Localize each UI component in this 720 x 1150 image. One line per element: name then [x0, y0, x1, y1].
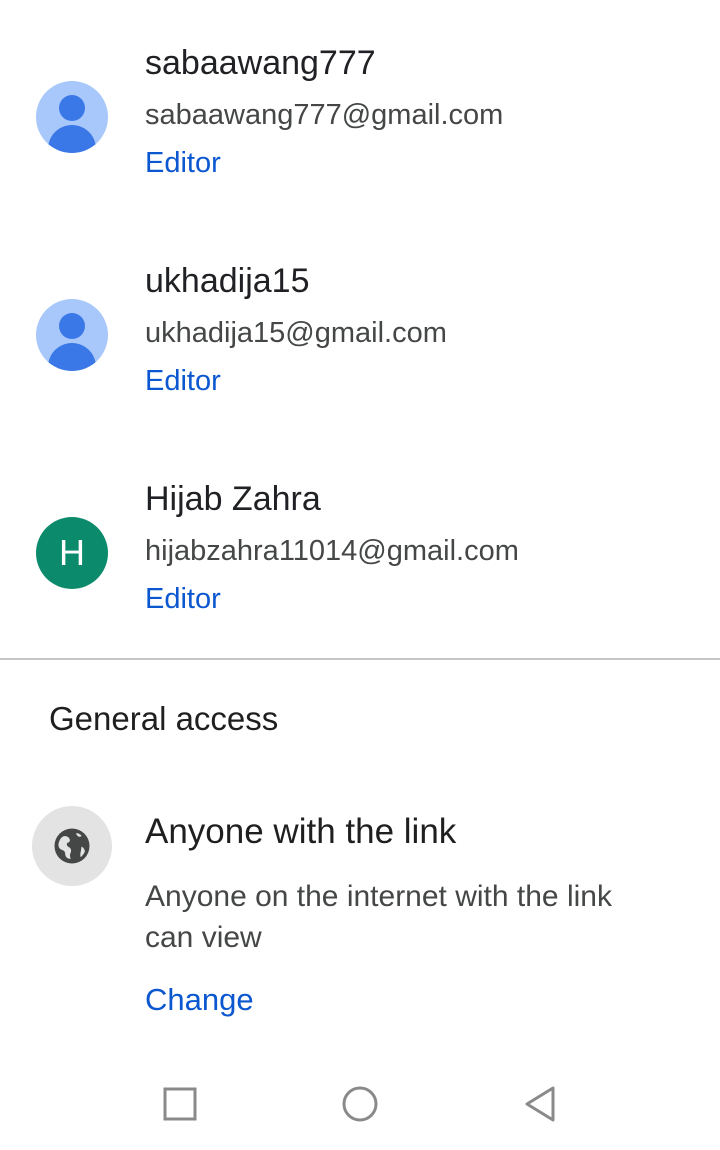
person-row[interactable]: sabaawang777 sabaawang777@gmail.com Edit… [0, 0, 720, 200]
person-email: hijabzahra11014@gmail.com [145, 535, 519, 567]
avatar [36, 81, 108, 153]
person-icon-head [59, 95, 85, 121]
role-dropdown[interactable]: Editor [145, 583, 221, 616]
avatar: H [36, 517, 108, 589]
person-name: sabaawang777 [145, 44, 376, 82]
person-row[interactable]: H Hijab Zahra hijabzahra11014@gmail.com … [0, 436, 720, 636]
person-icon-body [48, 125, 96, 153]
back-triangle-icon[interactable] [515, 1080, 565, 1130]
access-level-description: Anyone on the internet with the link can… [145, 880, 612, 954]
role-dropdown[interactable]: Editor [145, 365, 221, 398]
person-row[interactable]: ukhadija15 ukhadija15@gmail.com Editor [0, 218, 720, 418]
divider [0, 658, 720, 660]
person-email: sabaawang777@gmail.com [145, 99, 504, 131]
general-access-heading: General access [49, 700, 279, 737]
person-name: ukhadija15 [145, 262, 310, 300]
access-level-title: Anyone with the link [145, 812, 457, 851]
person-email: ukhadija15@gmail.com [145, 317, 447, 349]
change-access-link[interactable]: Change [145, 982, 254, 1018]
home-circle-icon[interactable] [335, 1080, 385, 1130]
recents-square-icon[interactable] [155, 1080, 205, 1130]
person-icon-body [48, 343, 96, 371]
person-name: Hijab Zahra [145, 480, 321, 518]
avatar [36, 299, 108, 371]
role-dropdown[interactable]: Editor [145, 147, 221, 180]
person-icon-head [59, 313, 85, 339]
system-navigation-bar [0, 1062, 720, 1150]
globe-icon [32, 806, 112, 886]
